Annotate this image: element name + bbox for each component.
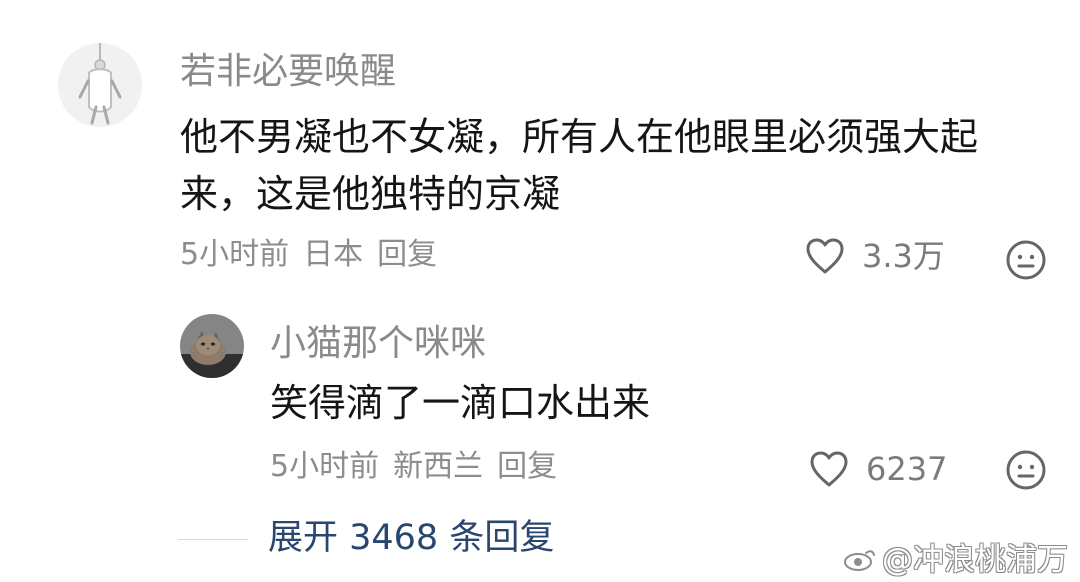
expand-divider xyxy=(178,539,248,540)
expand-replies-link[interactable]: 展开 3468 条回复 xyxy=(268,521,554,556)
heart-outline-icon xyxy=(806,238,844,274)
like-button[interactable]: 6237 xyxy=(808,450,947,488)
cat-avatar xyxy=(180,314,244,378)
comment-content: 笑得滴了一滴口水出来 xyxy=(270,381,651,425)
expand-replies[interactable]: 展开 3468 条回复 xyxy=(178,514,608,566)
like-count: 3.3万 xyxy=(862,237,945,275)
like-button[interactable]: 3.3万 xyxy=(804,237,945,275)
comment-location: 日本 xyxy=(303,237,364,272)
comment-content-line-2: 来，这是他独特的京凝 xyxy=(180,172,561,216)
emoji-reaction-button[interactable] xyxy=(1002,446,1050,494)
comment-time: 5小时前 xyxy=(180,237,290,272)
reply-button[interactable]: 回复 xyxy=(497,452,557,482)
reply-button[interactable]: 回复 xyxy=(377,240,437,270)
hanging-figure-avatar xyxy=(58,43,142,127)
commenter-avatar[interactable] xyxy=(180,314,244,378)
watermark-text: @冲浪桃浦万 xyxy=(882,542,1068,578)
neutral-face-icon xyxy=(1006,450,1046,490)
watermark: @冲浪桃浦万 xyxy=(842,545,1068,576)
comment-2: 小猫那个咪咪 笑得滴了一滴口水出来 5小时前 新西兰 回复 6237 xyxy=(0,300,1080,500)
comment-location: 新西兰 xyxy=(393,449,484,484)
comment-time: 5小时前 xyxy=(270,449,380,484)
neutral-face-icon xyxy=(1006,240,1046,280)
commenter-avatar[interactable] xyxy=(58,43,142,127)
weibo-eye-icon xyxy=(844,549,875,571)
username[interactable]: 若非必要唤醒 xyxy=(180,54,396,90)
comment-1: 若非必要唤醒 他不男凝也不女凝，所有人在他眼里必须强大起 来，这是他独特的京凝 … xyxy=(0,0,1080,300)
username[interactable]: 小猫那个咪咪 xyxy=(270,326,486,362)
like-count: 6237 xyxy=(866,450,948,488)
emoji-reaction-button[interactable] xyxy=(1002,236,1050,284)
heart-outline-icon xyxy=(810,451,848,487)
comment-content-line-1: 他不男凝也不女凝，所有人在他眼里必须强大起 xyxy=(180,115,979,159)
comment-meta: 5小时前 日本 回复 xyxy=(180,240,437,270)
comment-meta: 5小时前 新西兰 回复 xyxy=(270,452,557,482)
